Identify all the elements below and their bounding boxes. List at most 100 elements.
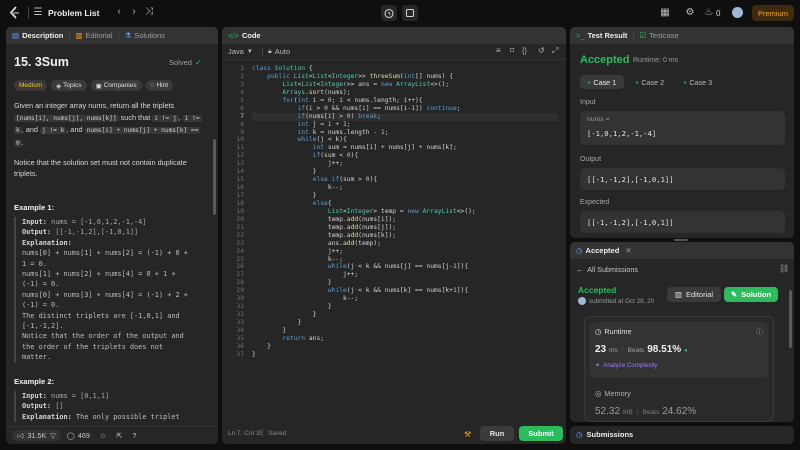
building-icon: ▣ xyxy=(95,82,102,90)
problem-description: Given an integer array nums, return all … xyxy=(14,100,210,149)
code-panel-header: </> Code xyxy=(222,27,566,44)
description-tabs: ▤ Description | ▥ Editorial | ⚗ Solution… xyxy=(6,27,218,44)
submissions-header[interactable]: ◷ Submissions xyxy=(570,426,794,443)
input-variable: nums = xyxy=(587,116,610,123)
topics-chip[interactable]: ◈ Topics xyxy=(51,80,87,91)
output-box: [[-1,-1,2],[-1,0,1]] xyxy=(580,168,785,190)
language-select[interactable]: Java ▼ xyxy=(228,47,253,56)
difficulty-badge[interactable]: Medium xyxy=(14,80,48,91)
run-button[interactable]: Run xyxy=(480,426,514,441)
comment-count: 469 xyxy=(77,431,90,440)
resize-handle[interactable] xyxy=(674,239,688,241)
tab-accepted[interactable]: Accepted xyxy=(586,246,620,255)
line-numbers: 1 2 3 4 5 6 7 8 9 10 11 12 13 14 15 16 17 18 19 20 21 22 23 24 2… xyxy=(236,65,244,358)
pass-dot: • xyxy=(587,77,591,87)
problem-list-link[interactable]: Problem List xyxy=(48,8,99,18)
submit-button[interactable]: Submit xyxy=(519,426,563,441)
auto-mode[interactable]: 🔒︎ Auto xyxy=(268,47,290,56)
debug-icon[interactable]: ⚒ xyxy=(464,430,471,439)
premium-button[interactable]: Premium xyxy=(752,5,794,21)
thumbs-up-icon: 👍︎ xyxy=(17,431,25,440)
terminal-icon: >_ xyxy=(576,31,585,40)
problem-list-icon[interactable]: ☰ xyxy=(32,7,44,18)
explanation-line: nums[0] + nums[1] + nums[2] = (-1) + 0 + xyxy=(22,249,188,258)
comments-button[interactable]: ◯ 469 xyxy=(67,431,90,440)
note-icon xyxy=(405,8,415,18)
case-tab-1[interactable]: • Case 1 xyxy=(580,75,624,89)
memory-stat[interactable]: ◎ Memory 52.32 MB | Beats 24.62% xyxy=(590,384,768,421)
like-button[interactable]: 👍︎ 31.5K ▽ xyxy=(12,430,61,441)
format-icon[interactable]: ≡ xyxy=(496,46,501,55)
inline-code: i != j xyxy=(152,114,179,122)
runtime-stat[interactable]: ◷ Runtime ⓘ 23 ms | Beats 98.51% ● ✦ Ana… xyxy=(590,322,768,378)
settings-icon[interactable]: ⚙ xyxy=(684,7,696,18)
tab-test-result[interactable]: Test Result xyxy=(588,31,628,40)
language-label: Java xyxy=(228,47,244,56)
tag-icon: ◈ xyxy=(56,82,62,90)
editorial-label: Editorial xyxy=(685,290,714,299)
description-scrollbar[interactable] xyxy=(213,139,216,215)
notes-button[interactable] xyxy=(402,5,418,21)
runtime-heading: Runtime xyxy=(604,327,632,336)
shuffle-icon[interactable]: ⤨ xyxy=(143,6,155,17)
layout-icon[interactable]: ▦ xyxy=(659,7,671,18)
result-status: Accepted xyxy=(580,54,630,66)
link-icon[interactable]: ⛓ xyxy=(779,264,789,273)
all-submissions-link[interactable]: ← All Submissions xyxy=(576,265,638,274)
beats-label: Beats xyxy=(642,409,660,416)
analyze-complexity-link[interactable]: ✦ Analyze Complexity xyxy=(595,362,658,369)
submission-scrollbar[interactable] xyxy=(789,290,792,348)
expand-icon[interactable]: ⤢ xyxy=(552,46,558,56)
avatar xyxy=(578,297,586,305)
share-icon[interactable]: ⇱ xyxy=(116,431,122,440)
output-label: Output xyxy=(580,156,602,163)
braces-icon[interactable]: {} xyxy=(522,46,527,55)
bookmark-icon[interactable]: ⌑ xyxy=(510,46,514,55)
auto-label: Auto xyxy=(274,47,291,56)
inline-code: i != xyxy=(182,114,202,122)
code-editor[interactable]: class Solution { public List<List<Intege… xyxy=(252,65,558,359)
next-problem-icon[interactable]: › xyxy=(129,6,139,17)
tab-editorial[interactable]: Editorial xyxy=(85,31,112,40)
explanation-line: nums[1] + nums[2] + nums[4] = 0 + 1 + xyxy=(22,270,176,279)
inline-code: [nums[i], nums[j], nums[k]] xyxy=(14,114,119,122)
submissions-title: Submissions xyxy=(586,430,634,439)
divider xyxy=(28,7,29,19)
hint-chip[interactable]: ◌ Hint xyxy=(145,80,174,91)
streak-icon[interactable]: ♨ xyxy=(704,7,714,18)
solved-status: Solved ✓ xyxy=(169,58,202,67)
prev-problem-icon[interactable]: ‹ xyxy=(114,6,124,17)
case-tab-2[interactable]: • Case 2 xyxy=(628,75,672,89)
close-icon[interactable]: ✕ xyxy=(625,246,631,255)
case-tab-3[interactable]: • Case 3 xyxy=(676,75,720,89)
case-label: Case 2 xyxy=(641,77,665,87)
explanation-line: (-1) = 0. xyxy=(22,280,60,289)
timer-button[interactable] xyxy=(381,5,397,21)
input-value: [-1,0,1,2,-1,-4] xyxy=(587,129,657,138)
tab-description[interactable]: Description xyxy=(22,31,63,40)
expected-value: [[-1,-1,2],[-1,0,1]] xyxy=(587,218,674,227)
test-result-panel: >_ Test Result | ☑ Testcase Accepted Run… xyxy=(570,27,794,238)
topics-label: Topics xyxy=(63,82,82,89)
solution-button[interactable]: ✎ Solution xyxy=(724,287,778,302)
tab-solutions[interactable]: Solutions xyxy=(134,31,165,40)
example-2-heading: Example 2: xyxy=(14,377,55,386)
editorial-tab-icon: ▥ xyxy=(75,31,83,40)
code-tab[interactable]: Code xyxy=(242,31,261,40)
companies-chip[interactable]: ▣ Companies xyxy=(90,80,142,91)
reset-icon[interactable]: ↺ xyxy=(538,46,545,55)
submissions-panel[interactable]: ◷ Submissions xyxy=(570,426,794,444)
save-status: Saved xyxy=(268,430,287,437)
divider: | xyxy=(636,409,639,416)
tab-testcase[interactable]: Testcase xyxy=(649,31,679,40)
avatar[interactable] xyxy=(732,7,743,18)
help-icon[interactable]: ? xyxy=(132,431,136,440)
divider xyxy=(262,48,263,56)
leetcode-logo-icon[interactable] xyxy=(8,6,22,20)
comment-icon: ◯ xyxy=(66,431,75,440)
expected-label: Expected xyxy=(580,199,610,206)
arrow-left-icon: ← xyxy=(576,265,584,274)
editorial-button[interactable]: ▥ Editorial xyxy=(667,287,721,302)
info-icon[interactable]: ⓘ xyxy=(756,327,763,337)
favorite-star-icon[interactable]: ☆ xyxy=(100,431,106,440)
